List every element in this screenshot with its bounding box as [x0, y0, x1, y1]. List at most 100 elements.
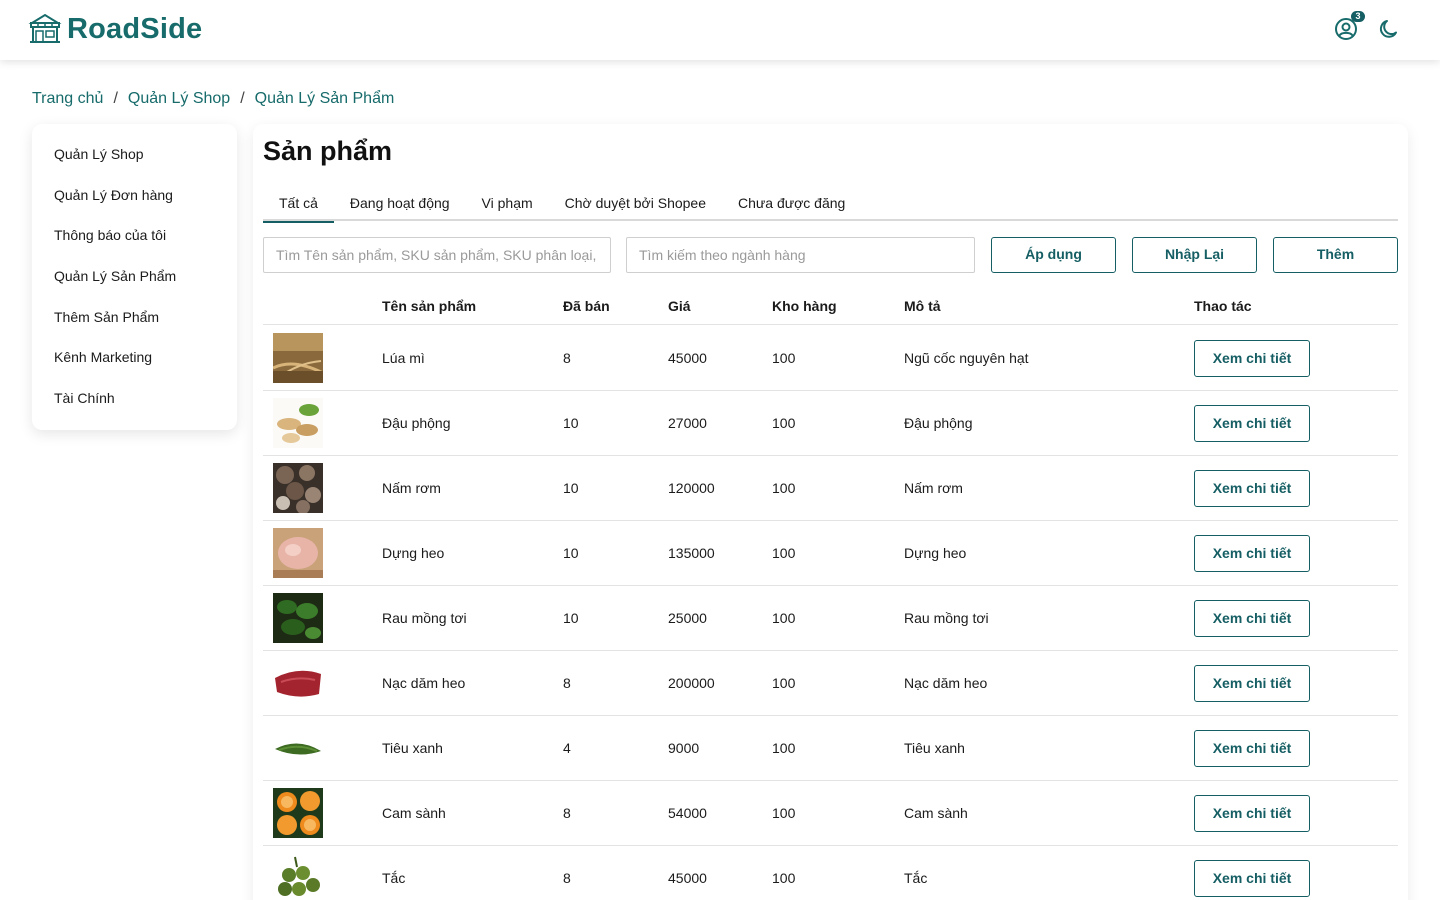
- peanut-image: [273, 398, 323, 448]
- product-name: Cam sành: [382, 805, 446, 821]
- spinach-image: [273, 593, 323, 643]
- tab-all[interactable]: Tất cả: [263, 188, 334, 223]
- breadcrumb-home[interactable]: Trang chủ: [32, 90, 103, 108]
- pepper-image: [273, 723, 323, 773]
- sidebar-item-marketing[interactable]: Kênh Marketing: [32, 337, 237, 378]
- product-name: Đậu phộng: [382, 415, 451, 431]
- product-sold: 8: [563, 870, 571, 886]
- product-price: 45000: [668, 870, 707, 886]
- table-row: Cam sành 8 54000 100 Cam sành Xem chi ti…: [263, 781, 1398, 846]
- product-stock: 100: [772, 480, 796, 496]
- column-header-stock: Kho hàng: [772, 298, 837, 314]
- add-button[interactable]: Thêm: [1273, 237, 1398, 273]
- sidebar: Quản Lý Shop Quản Lý Đơn hàng Thông báo …: [32, 124, 237, 430]
- product-sold: 10: [563, 610, 579, 626]
- breadcrumb-shop[interactable]: Quản Lý Shop: [128, 90, 230, 108]
- sidebar-item-shop[interactable]: Quản Lý Shop: [32, 134, 237, 175]
- column-header-actions: Thao tác: [1194, 298, 1252, 314]
- meat-image: [273, 658, 323, 708]
- product-search-input[interactable]: [263, 237, 611, 273]
- product-stock: 100: [772, 870, 796, 886]
- column-header-description: Mô tả: [904, 298, 941, 314]
- product-sold: 8: [563, 350, 571, 366]
- product-name: Nấm rơm: [382, 480, 441, 496]
- breadcrumb-products[interactable]: Quản Lý Sản Phẩm: [255, 90, 395, 108]
- product-description: Tắc: [904, 870, 928, 886]
- tab-bar: Tất cả Đang hoạt động Vi phạm Chờ duyệt …: [263, 188, 1398, 223]
- product-price: 54000: [668, 805, 707, 821]
- breadcrumb-separator: /: [240, 90, 245, 107]
- dark-mode-moon-icon[interactable]: [1378, 18, 1400, 40]
- view-detail-button[interactable]: Xem chi tiết: [1194, 665, 1310, 702]
- table-row: Nấm rơm 10 120000 100 Nấm rơm Xem chi ti…: [263, 456, 1398, 521]
- product-price: 9000: [668, 740, 700, 756]
- pork-image: [273, 528, 323, 578]
- product-description: Đậu phộng: [904, 415, 973, 431]
- wheat-image: [273, 333, 323, 383]
- table-header: Tên sản phẩm Đã bán Giá Kho hàng Mô tả T…: [263, 288, 1398, 325]
- logo-text: RoadSide: [67, 12, 203, 45]
- view-detail-button[interactable]: Xem chi tiết: [1194, 860, 1310, 897]
- table-row: Tiêu xanh 4 9000 100 Tiêu xanh Xem chi t…: [263, 716, 1398, 781]
- product-name: Tắc: [382, 870, 406, 886]
- product-price: 135000: [668, 545, 715, 561]
- product-price: 25000: [668, 610, 707, 626]
- sidebar-item-products[interactable]: Quản Lý Sản Phẩm: [32, 256, 237, 297]
- view-detail-button[interactable]: Xem chi tiết: [1194, 600, 1310, 637]
- product-name: Dựng heo: [382, 545, 445, 561]
- table-row: Tắc 8 45000 100 Tắc Xem chi tiết: [263, 846, 1398, 900]
- kumquat-image: [273, 853, 323, 900]
- product-stock: 100: [772, 740, 796, 756]
- table-row: Dựng heo 10 135000 100 Dựng heo Xem chi …: [263, 521, 1398, 586]
- product-sold: 8: [563, 675, 571, 691]
- product-description: Ngũ cốc nguyên hạt: [904, 350, 1029, 366]
- column-header-sold: Đã bán: [563, 298, 610, 314]
- product-description: Tiêu xanh: [904, 740, 965, 756]
- logo[interactable]: RoadSide: [28, 12, 202, 46]
- view-detail-button[interactable]: Xem chi tiết: [1194, 730, 1310, 767]
- storefront-icon: [28, 13, 62, 43]
- product-price: 120000: [668, 480, 715, 496]
- view-detail-button[interactable]: Xem chi tiết: [1194, 405, 1310, 442]
- reset-button[interactable]: Nhập Lại: [1132, 237, 1257, 273]
- view-detail-button[interactable]: Xem chi tiết: [1194, 340, 1310, 377]
- product-sold: 10: [563, 415, 579, 431]
- product-name: Tiêu xanh: [382, 740, 443, 756]
- product-stock: 100: [772, 545, 796, 561]
- tab-active[interactable]: Đang hoạt động: [334, 188, 466, 221]
- product-name: Lúa mì: [382, 350, 425, 366]
- table-row: Lúa mì 8 45000 100 Ngũ cốc nguyên hạt Xe…: [263, 326, 1398, 391]
- tab-violation[interactable]: Vi phạm: [466, 188, 549, 221]
- tab-unpublished[interactable]: Chưa được đăng: [722, 188, 861, 221]
- main-panel: Sản phẩm Tất cả Đang hoạt động Vi phạm C…: [253, 124, 1408, 900]
- product-sold: 10: [563, 480, 579, 496]
- breadcrumb: Trang chủ / Quản Lý Shop / Quản Lý Sản P…: [32, 90, 394, 108]
- sidebar-item-orders[interactable]: Quản Lý Đơn hàng: [32, 175, 237, 216]
- page-title: Sản phẩm: [263, 136, 393, 166]
- product-price: 200000: [668, 675, 715, 691]
- tab-pending-review[interactable]: Chờ duyệt bởi Shopee: [549, 188, 722, 221]
- sidebar-item-notifications[interactable]: Thông báo của tôi: [32, 215, 237, 256]
- product-sold: 8: [563, 805, 571, 821]
- product-price: 45000: [668, 350, 707, 366]
- mushroom-image: [273, 463, 323, 513]
- table-row: Đậu phộng 10 27000 100 Đậu phộng Xem chi…: [263, 391, 1398, 456]
- product-description: Nấm rơm: [904, 480, 963, 496]
- product-stock: 100: [772, 350, 796, 366]
- apply-button[interactable]: Áp dụng: [991, 237, 1116, 273]
- product-sold: 4: [563, 740, 571, 756]
- product-stock: 100: [772, 675, 796, 691]
- product-sold: 10: [563, 545, 579, 561]
- view-detail-button[interactable]: Xem chi tiết: [1194, 535, 1310, 572]
- product-stock: 100: [772, 805, 796, 821]
- view-detail-button[interactable]: Xem chi tiết: [1194, 470, 1310, 507]
- sidebar-item-add-product[interactable]: Thêm Sản Phẩm: [32, 297, 237, 338]
- product-name: Rau mồng tơi: [382, 610, 467, 626]
- product-name: Nạc dăm heo: [382, 675, 466, 691]
- sidebar-item-finance[interactable]: Tài Chính: [32, 378, 237, 419]
- column-header-price: Giá: [668, 298, 691, 314]
- category-search-input[interactable]: [626, 237, 975, 273]
- table-row: Nạc dăm heo 8 200000 100 Nạc dăm heo Xem…: [263, 651, 1398, 716]
- table-row: Rau mồng tơi 10 25000 100 Rau mồng tơi X…: [263, 586, 1398, 651]
- view-detail-button[interactable]: Xem chi tiết: [1194, 795, 1310, 832]
